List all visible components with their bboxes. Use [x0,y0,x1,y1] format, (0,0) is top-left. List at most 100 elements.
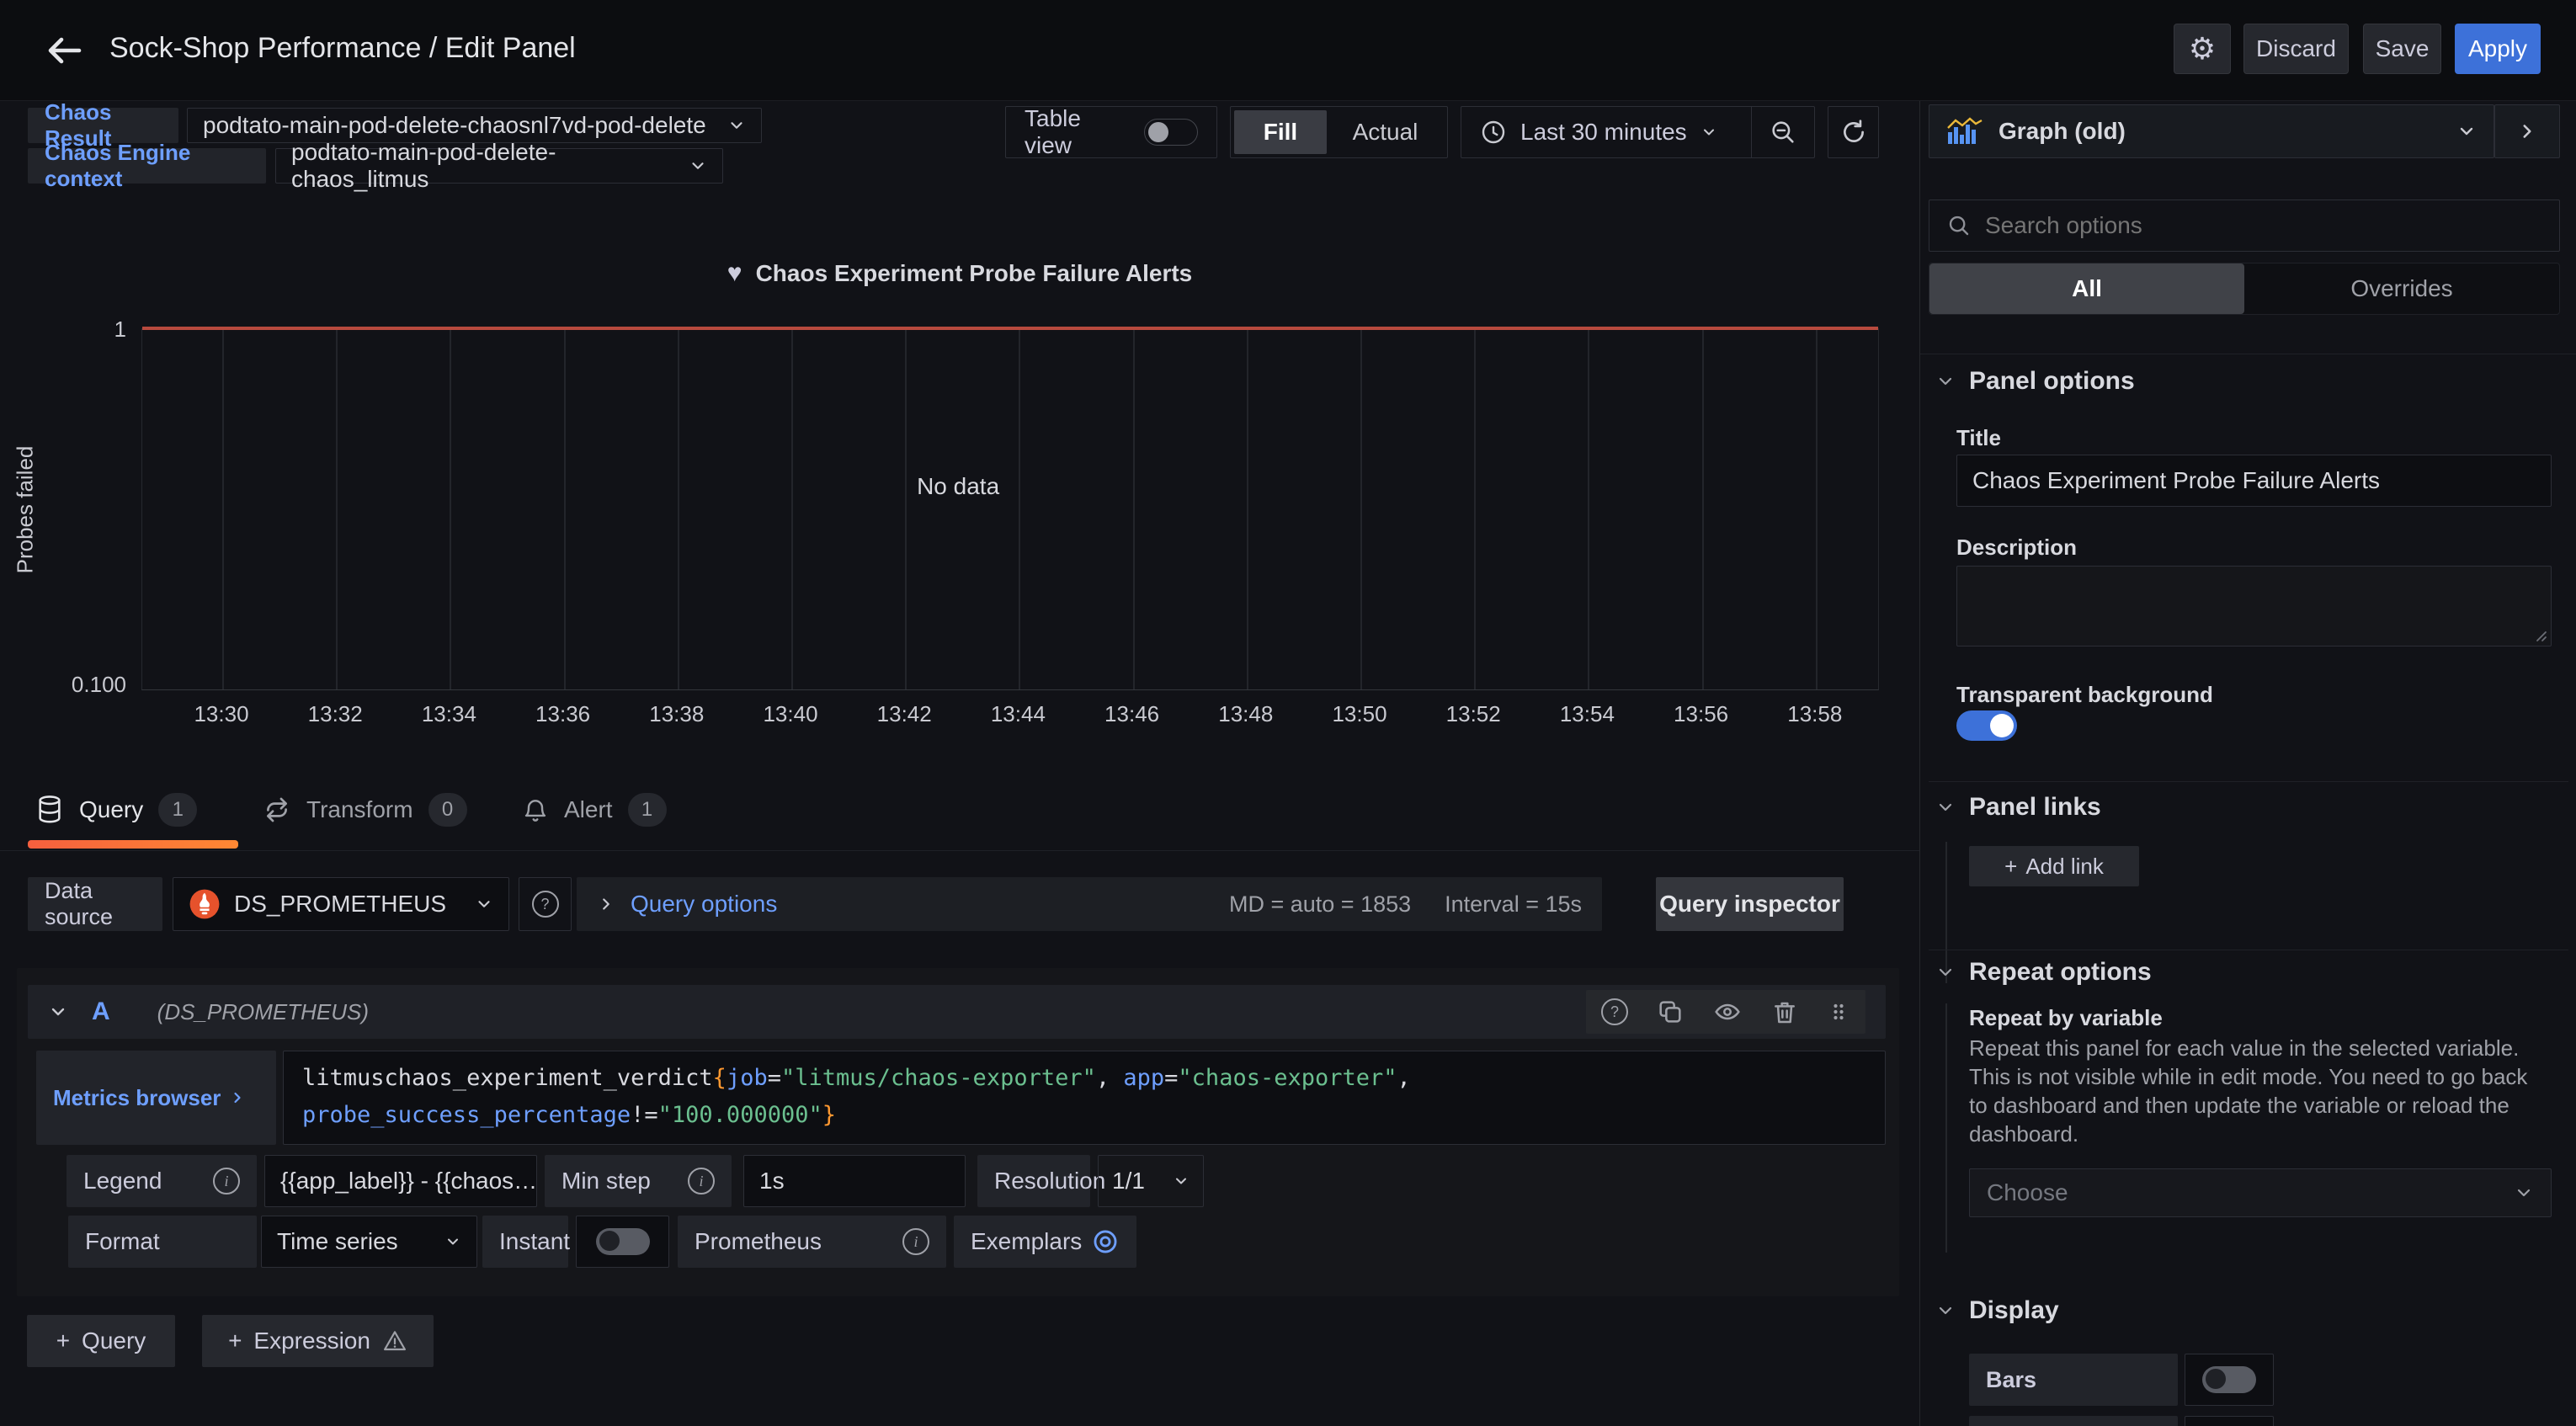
legend-field-label: Legend i [67,1155,257,1207]
panel-title-input[interactable] [1956,455,2552,507]
add-expression-button[interactable]: + Expression [202,1315,434,1367]
gridline [1247,328,1248,689]
gridline [1702,328,1704,689]
x-tick-label: 13:48 [1218,701,1273,727]
repeat-variable-select[interactable]: Choose [1969,1168,2552,1217]
format-select[interactable]: Time series [261,1216,477,1268]
x-tick-label: 13:46 [1104,701,1159,727]
actual-option[interactable]: Actual [1327,119,1444,146]
gridline [450,328,451,689]
collapse-pane-button[interactable] [2494,104,2560,158]
threshold-line [142,327,1878,330]
time-range-label: Last 30 minutes [1520,119,1687,146]
search-options-input[interactable] [1985,212,2490,239]
alert-count-badge: 1 [628,793,667,827]
graph-viz-icon [1946,117,1983,146]
refresh-button[interactable] [1828,106,1879,158]
gridline [336,328,338,689]
query-options-bar[interactable]: Query options MD = auto = 1853 Interval … [577,877,1602,931]
panel-preview-title: ♥ Chaos Experiment Probe Failure Alerts [0,259,1919,288]
min-step-input[interactable]: 1s [743,1155,966,1207]
chevron-down-icon [1173,1173,1190,1189]
query-expression-input[interactable]: litmuschaos_experiment_verdict{job="litm… [283,1051,1886,1145]
drag-handle-icon[interactable] [1827,998,1850,1025]
back-arrow-icon[interactable] [44,30,84,71]
info-icon: i [688,1168,715,1195]
bars-field-label: Bars [1969,1354,2178,1406]
chevron-down-icon [2514,1183,2534,1203]
repeat-by-variable-label: Repeat by variable [1969,1005,2163,1031]
resolution-select[interactable]: 1/1 [1098,1155,1204,1207]
datasource-picker[interactable]: DS_PROMETHEUS [173,877,509,931]
visualization-picker[interactable]: Graph (old) [1929,104,2494,158]
toggle-visibility-icon[interactable] [1712,998,1743,1025]
chevron-right-icon [229,1089,246,1106]
gridline [1019,328,1020,689]
divider [1929,781,2568,782]
time-range-group: Last 30 minutes [1461,106,1815,158]
chart-plot-area[interactable]: No data [141,328,1879,690]
duplicate-query-icon[interactable] [1657,998,1684,1025]
gridline [1816,328,1818,689]
add-query-button[interactable]: + Query [27,1315,175,1367]
divider [0,850,1919,851]
database-icon [35,794,64,826]
query-row-header[interactable]: A (DS_PROMETHEUS) ? [28,985,1886,1039]
grafana-edit-panel-screen: Sock-Shop Performance / Edit Panel ⚙ Dis… [0,0,2576,1426]
chevron-down-icon [1700,124,1717,141]
tab-transform[interactable]: Transform 0 [263,793,467,827]
discard-button[interactable]: Discard [2243,24,2349,74]
tab-overrides[interactable]: Overrides [2244,263,2559,314]
section-panel-options[interactable]: Panel options [1935,367,2135,396]
transparent-background-toggle[interactable] [1956,710,2017,741]
section-repeat-options[interactable]: Repeat options [1935,958,2152,987]
apply-button[interactable]: Apply [2455,24,2541,74]
x-tick-label: 13:54 [1560,701,1615,727]
description-field-label: Description [1956,535,2077,561]
zoom-out-button[interactable] [1752,107,1814,157]
x-tick-label: 13:52 [1446,701,1501,727]
gridline [1474,328,1476,689]
fill-actual-switch: Fill Actual [1230,106,1448,158]
max-data-points-text: MD = auto = 1853 [1229,891,1411,918]
variable-dropdown-chaos-result[interactable]: podtato-main-pod-delete-chaosnl7vd-pod-d… [187,108,762,143]
add-link-button[interactable]: + Add link [1969,846,2139,886]
datasource-help-button[interactable]: ? [519,877,572,931]
query-help-icon[interactable]: ? [1601,998,1628,1025]
bars-toggle[interactable] [2202,1366,2256,1393]
time-range-picker[interactable]: Last 30 minutes [1461,107,1751,157]
y-axis-title: Probes failed [13,445,39,573]
help-icon: ? [532,891,559,918]
next-display-field-label [1969,1416,2178,1426]
exemplars-target-icon[interactable] [1091,1227,1120,1256]
section-display[interactable]: Display [1935,1296,2059,1325]
delete-query-icon[interactable] [1771,998,1798,1025]
search-options-box[interactable] [1929,200,2560,252]
resize-handle-icon[interactable] [2532,627,2547,642]
save-button[interactable]: Save [2363,24,2441,74]
gridline [905,328,907,689]
panel-settings-gear-button[interactable]: ⚙ [2174,24,2231,74]
variable-dropdown-chaos-engine-context[interactable]: podtato-main-pod-delete-chaos_litmus [275,148,723,184]
interval-text: Interval = 15s [1445,891,1582,918]
chevron-down-icon [1935,1301,1956,1321]
plus-icon: + [56,1328,70,1354]
tab-alert[interactable]: Alert 1 [522,793,667,827]
query-row-actions: ? [1586,990,1865,1034]
fill-option[interactable]: Fill [1234,110,1327,154]
legend-format-input[interactable]: {{app_label}} - {{chaos… [264,1155,537,1207]
tab-all[interactable]: All [1929,263,2244,314]
x-tick-label: 13:36 [535,701,590,727]
section-panel-links[interactable]: Panel links [1935,793,2101,822]
panel-description-textarea[interactable] [1956,566,2552,646]
transparent-background-label: Transparent background [1956,682,2213,708]
query-expression: litmuschaos_experiment_verdict{job="litm… [302,1065,1411,1128]
table-view-toggle[interactable] [1144,119,1198,146]
x-tick-label: 13:56 [1674,701,1728,727]
tab-query[interactable]: Query 1 [35,793,197,827]
query-datasource-hint: (DS_PROMETHEUS) [157,999,369,1025]
metrics-browser-button[interactable]: Metrics browser [36,1051,276,1145]
query-inspector-button[interactable]: Query inspector [1656,877,1844,931]
y-tick-1: 1 [76,317,126,343]
instant-toggle[interactable] [596,1228,650,1255]
